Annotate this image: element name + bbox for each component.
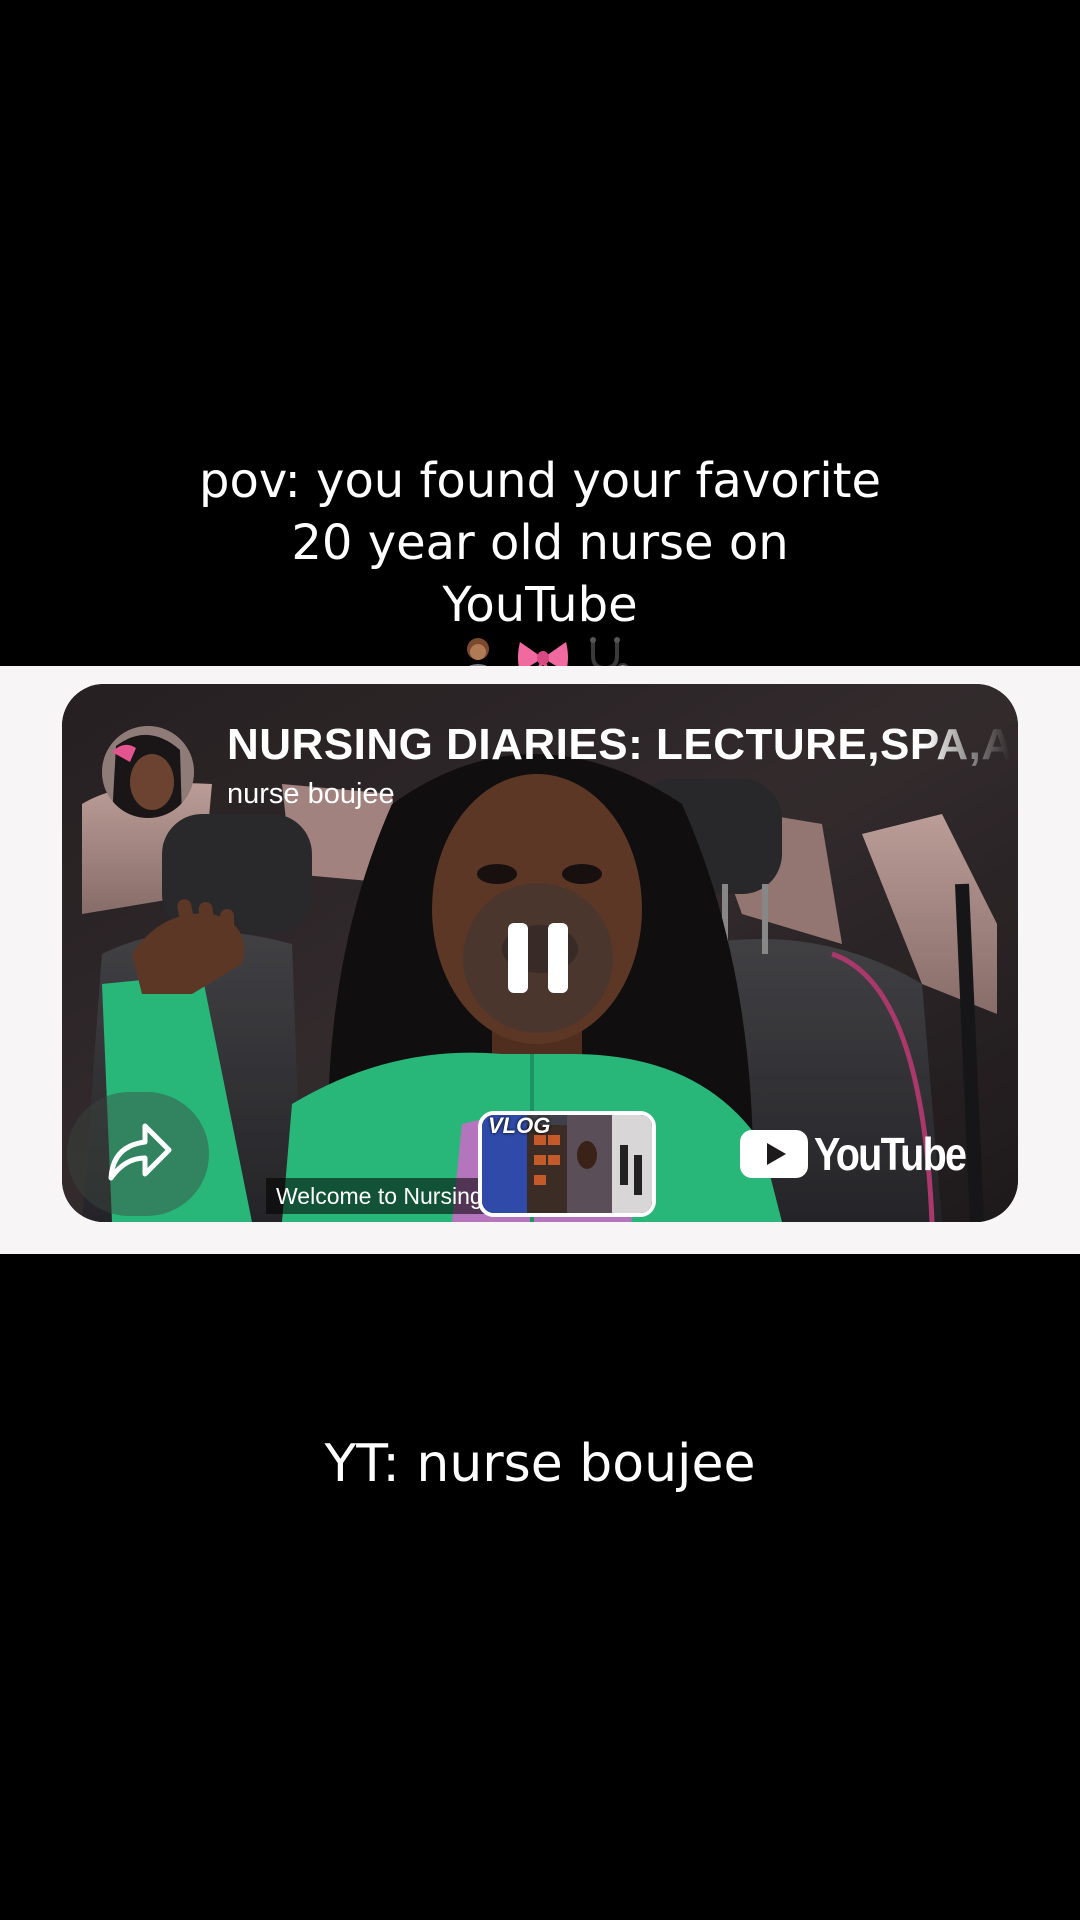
suggested-video-thumbnail[interactable]: VLOG: [478, 1111, 656, 1217]
tiktok-video-screen[interactable]: pov: you found your favorite 20 year old…: [0, 0, 1080, 1920]
pause-button[interactable]: [463, 883, 613, 1033]
share-arrow-icon: [108, 1123, 172, 1181]
caption-line-3-text: YouTube: [442, 577, 638, 633]
avatar-image: [102, 726, 194, 818]
video-title[interactable]: NURSING DIARIES: LECTURE,SPA,A: [227, 720, 1018, 770]
bottom-caption: YT: nurse boujee: [324, 1434, 756, 1494]
youtube-player[interactable]: NURSING DIARIES: LECTURE,SPA,A nurse bou…: [62, 684, 1018, 1222]
subtitle-caption: Welcome to Nursing: [266, 1178, 493, 1214]
caption-line-2: 20 year old nurse on: [291, 515, 789, 571]
youtube-play-icon: [740, 1130, 808, 1178]
youtube-logo[interactable]: YouTube: [740, 1126, 990, 1182]
channel-avatar[interactable]: [102, 726, 194, 818]
share-button[interactable]: [67, 1092, 209, 1216]
channel-name[interactable]: nurse boujee: [227, 778, 395, 811]
caption-line-1: pov: you found your favorite: [198, 453, 882, 509]
overlay-caption: pov: you found your favorite 20 year old…: [0, 450, 1080, 701]
suggested-video-label: VLOG: [488, 1113, 551, 1138]
youtube-wordmark: YouTube: [814, 1128, 967, 1180]
